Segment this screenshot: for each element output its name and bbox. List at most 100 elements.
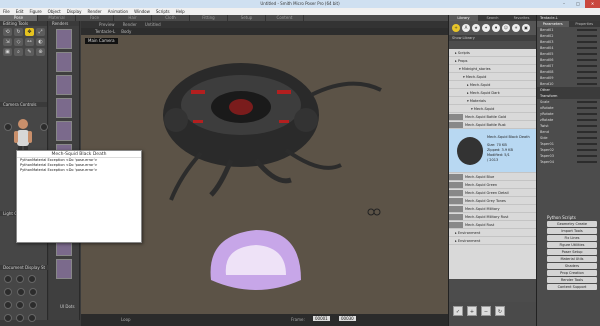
display-style-icon[interactable] xyxy=(29,288,38,296)
display-style-icon[interactable] xyxy=(29,301,38,309)
translate-in-out-icon[interactable]: ⤢ xyxy=(36,28,45,36)
lights-icon[interactable]: ☀ xyxy=(512,24,520,32)
display-style-icon[interactable] xyxy=(16,275,24,283)
tree-item[interactable]: Mech-Squid Battle Gold xyxy=(449,113,536,121)
tree-item[interactable]: ▾ Mech-Squid xyxy=(449,105,536,113)
render-thumb[interactable] xyxy=(56,121,72,141)
tree-item[interactable]: ▸ Environment xyxy=(449,237,536,245)
display-style-icon[interactable] xyxy=(17,288,26,296)
script-button[interactable]: Poser Setup xyxy=(547,249,597,255)
tree-item[interactable]: Mech-Squid Military xyxy=(449,205,536,213)
tab-favorites[interactable]: Favorites xyxy=(507,15,536,21)
tab-preview[interactable]: Preview xyxy=(99,21,115,28)
tree-item[interactable]: ▸ Environment xyxy=(449,229,536,237)
tab-properties[interactable]: Properties xyxy=(569,21,600,27)
tree-item[interactable]: ▾ Mech-Squid xyxy=(449,73,536,81)
menu-object[interactable]: Object xyxy=(48,8,61,15)
tree-item[interactable]: Mech-Squid Green xyxy=(449,181,536,189)
param-row[interactable]: Taper04 xyxy=(537,159,600,165)
hair-icon[interactable]: ♦ xyxy=(492,24,500,32)
add-icon[interactable]: + xyxy=(452,24,460,32)
direct-manipulation-icon[interactable]: ⊕ xyxy=(36,48,45,56)
tree-item-selected[interactable]: Mech-Squid Black Death Size: 70 KB Zippe… xyxy=(449,129,536,173)
render-thumb[interactable] xyxy=(56,98,72,118)
script-button[interactable]: Prop Creation xyxy=(547,270,597,276)
menu-render[interactable]: Render xyxy=(87,8,101,15)
chain-break-icon[interactable]: ⚯ xyxy=(25,38,34,46)
render-thumb[interactable] xyxy=(56,259,72,279)
script-button[interactable]: Render Tools xyxy=(547,277,597,283)
display-style-icon[interactable] xyxy=(4,314,12,322)
menu-display[interactable]: Display xyxy=(67,8,82,15)
close-button[interactable]: ✕ xyxy=(585,0,600,8)
tree-item[interactable]: ▾ Midnight_stories xyxy=(449,65,536,73)
tree-item[interactable]: Mech-Squid Battle Rust xyxy=(449,121,536,129)
grouping-tool-icon[interactable]: ▣ xyxy=(3,48,12,56)
tree-item[interactable]: ▾ Materials xyxy=(449,97,536,105)
display-style-icon[interactable] xyxy=(4,275,12,283)
minimize-button[interactable]: – xyxy=(558,0,570,8)
display-style-icon[interactable] xyxy=(4,301,12,309)
display-style-icon[interactable] xyxy=(28,275,36,283)
expressions-icon[interactable]: ✦ xyxy=(482,24,490,32)
figure-select[interactable]: Tentacle-L xyxy=(95,28,115,35)
tree-item[interactable]: ▸ Mech-Squid xyxy=(449,81,536,89)
script-button[interactable]: Geometry Create xyxy=(547,221,597,227)
tab-search[interactable]: Search xyxy=(478,15,507,21)
show-library-label[interactable]: Show Library xyxy=(449,35,536,41)
script-button[interactable]: Fix Lines xyxy=(547,235,597,241)
rotate-tool-icon[interactable]: ⟲ xyxy=(3,28,12,36)
tree-item[interactable]: ▸ Props xyxy=(449,57,536,65)
frame-total[interactable]: 00030 xyxy=(339,316,356,321)
script-button[interactable]: Content Support xyxy=(547,284,597,290)
morphing-tool-icon[interactable]: ✎ xyxy=(25,48,34,56)
scale-tool-icon[interactable]: ⇲ xyxy=(3,38,12,46)
tab-untitled[interactable]: Untitled xyxy=(145,21,161,28)
refresh-icon[interactable]: ↻ xyxy=(495,306,505,316)
tree-item[interactable]: Mech-Squid Green Detail xyxy=(449,189,536,197)
tab-render[interactable]: Render xyxy=(123,21,137,28)
tree-item[interactable]: Mech-Squid Grey Tones xyxy=(449,197,536,205)
materials-icon[interactable]: ▣ xyxy=(522,24,530,32)
view-magnifier-icon[interactable]: ⌕ xyxy=(14,48,23,56)
ui-dots-label[interactable]: UI Dots xyxy=(60,304,75,309)
tree-item[interactable]: ▸ Scripts xyxy=(449,49,536,57)
tree-item[interactable]: Mech-Squid Blue xyxy=(449,173,536,181)
translate-tool-icon[interactable]: ✥ xyxy=(25,28,34,36)
color-tool-icon[interactable]: ◐ xyxy=(36,38,45,46)
part-select[interactable]: Body xyxy=(121,28,131,35)
taper-tool-icon[interactable]: ◇ xyxy=(14,38,23,46)
twist-tool-icon[interactable]: ↻ xyxy=(14,28,23,36)
menu-window[interactable]: Window xyxy=(134,8,150,15)
menu-animation[interactable]: Animation xyxy=(108,8,128,15)
loop-label[interactable]: Loop xyxy=(121,317,131,322)
menu-figure[interactable]: Figure xyxy=(29,8,41,15)
display-style-icon[interactable] xyxy=(16,314,24,322)
figures-icon[interactable]: A xyxy=(462,24,470,32)
frame-current[interactable]: 00001 xyxy=(313,316,330,321)
menu-file[interactable]: File xyxy=(3,8,10,15)
hands-icon[interactable]: ☺ xyxy=(502,24,510,32)
script-button[interactable]: Import Tools xyxy=(547,228,597,234)
display-style-icon[interactable] xyxy=(28,314,36,322)
camera-dial-icon[interactable] xyxy=(40,123,48,131)
tab-library[interactable]: Library xyxy=(449,15,478,21)
menu-edit[interactable]: Edit xyxy=(16,8,24,15)
maximize-button[interactable]: □ xyxy=(572,0,584,8)
tree-item[interactable]: Mech-Squid Rust xyxy=(449,221,536,229)
script-button[interactable]: Figure Utilities xyxy=(547,242,597,248)
tree-item[interactable]: Mech-Squid Military Rust xyxy=(449,213,536,221)
add-plus-icon[interactable]: + xyxy=(467,306,477,316)
render-thumb[interactable] xyxy=(56,52,72,72)
apply-check-icon[interactable]: ✓ xyxy=(453,306,463,316)
poses-icon[interactable]: ★ xyxy=(472,24,480,32)
camera-dial-icon[interactable] xyxy=(4,123,12,131)
render-thumb[interactable] xyxy=(56,29,72,49)
menu-help[interactable]: Help xyxy=(176,8,185,15)
script-button[interactable]: Material Utils xyxy=(547,256,597,262)
tree-item[interactable]: ▸ Mech-Squid Dark xyxy=(449,89,536,97)
render-thumb[interactable] xyxy=(56,75,72,95)
display-style-icon[interactable] xyxy=(16,301,24,309)
script-button[interactable]: Shaders xyxy=(547,263,597,269)
display-style-icon[interactable] xyxy=(4,288,12,296)
